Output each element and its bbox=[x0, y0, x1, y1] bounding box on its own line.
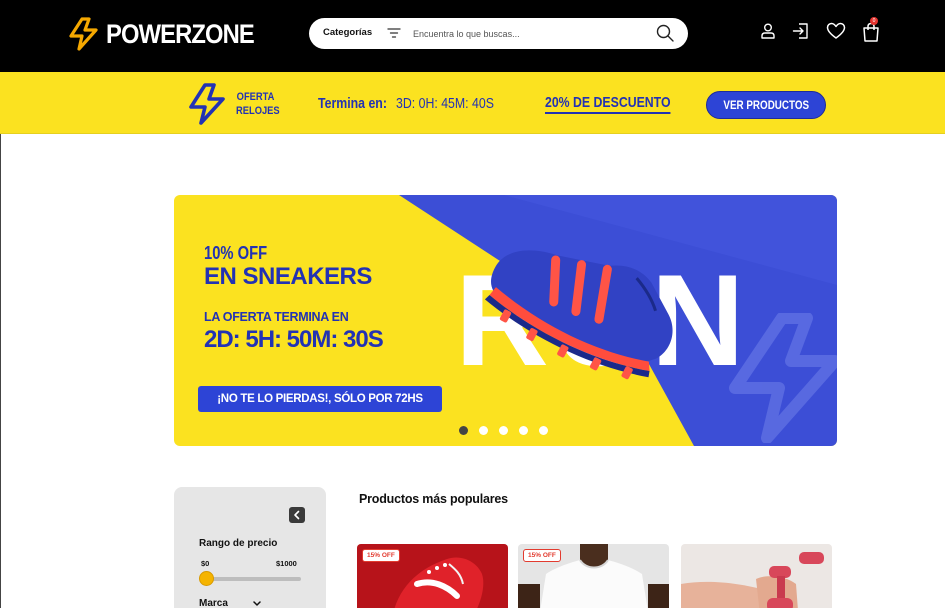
heart-icon bbox=[826, 22, 846, 39]
promo-offer-label: OFERTA RELOJES bbox=[236, 90, 280, 118]
search-icon bbox=[656, 24, 674, 42]
filter-icon[interactable] bbox=[387, 27, 401, 39]
hero-title: EN SNEAKERS bbox=[204, 263, 372, 290]
login-button[interactable] bbox=[791, 22, 811, 42]
hero-discount: 10% OFF bbox=[204, 243, 268, 263]
logo[interactable]: POWERZONE bbox=[68, 17, 274, 51]
carousel-dot-3[interactable] bbox=[499, 426, 508, 435]
cart-count-badge: 0 bbox=[870, 17, 878, 25]
top-navbar: POWERZONE Categorías Encuentra lo que bu… bbox=[0, 0, 945, 72]
promo-offer-line2: RELOJES bbox=[236, 105, 280, 117]
view-products-button[interactable]: VER PRODUCTOS bbox=[706, 91, 826, 119]
login-icon bbox=[792, 23, 808, 39]
product-card[interactable]: 15% OFF bbox=[518, 544, 669, 608]
search-input[interactable] bbox=[413, 23, 653, 44]
bolt-icon bbox=[69, 17, 98, 51]
filter-panel: Rango de precio $0 $1000 Marca bbox=[174, 487, 326, 608]
hero-carousel[interactable]: RUN 10% OFF EN SNEAKERS LA OFERTA TERMIN… bbox=[174, 195, 837, 446]
discount-badge: 15% OFF bbox=[523, 549, 561, 562]
carousel-dot-2[interactable] bbox=[479, 426, 488, 435]
chevron-down-icon[interactable] bbox=[252, 600, 262, 608]
product-card[interactable]: 15% OFF bbox=[357, 544, 508, 608]
promo-offer-line1: OFERTA bbox=[236, 91, 275, 103]
promo-countdown: 3D: 0H: 45M: 40S bbox=[396, 96, 494, 112]
search-button[interactable] bbox=[655, 24, 675, 44]
hero-countdown: 2D: 5H: 50M: 30S bbox=[204, 326, 384, 353]
carousel-dot-4[interactable] bbox=[519, 426, 528, 435]
page-border bbox=[0, 134, 1, 608]
discount-badge: 15% OFF bbox=[362, 549, 400, 562]
categories-dropdown[interactable]: Categorías bbox=[323, 27, 372, 38]
wishlist-button[interactable] bbox=[826, 22, 846, 42]
hero-cta-button[interactable]: ¡NO TE LO PIERDAS!, SÓLO POR 72HS bbox=[198, 386, 442, 412]
search-bar: Categorías bbox=[309, 18, 688, 49]
red-dumbbell-image bbox=[681, 544, 832, 608]
hero-ends-label: LA OFERTA TERMINA EN bbox=[204, 310, 349, 324]
price-slider-handle[interactable] bbox=[199, 571, 214, 586]
price-slider-track[interactable] bbox=[201, 577, 301, 581]
carousel-dot-5[interactable] bbox=[539, 426, 548, 435]
logo-text: POWERZONE bbox=[106, 18, 255, 49]
price-min: $0 bbox=[201, 559, 210, 568]
user-icon bbox=[761, 23, 775, 39]
brand-filter-label[interactable]: Marca bbox=[199, 598, 228, 608]
promo-ends-label: Termina en: bbox=[318, 96, 387, 112]
promo-discount-link[interactable]: 20% DE DESCUENTO bbox=[545, 94, 671, 114]
product-card[interactable] bbox=[681, 544, 832, 608]
sneaker-image bbox=[484, 250, 673, 380]
view-products-label: VER PRODUCTOS bbox=[723, 98, 809, 112]
bolt-icon bbox=[189, 83, 225, 125]
carousel-dots bbox=[459, 426, 548, 435]
carousel-dot-1[interactable] bbox=[459, 426, 468, 435]
promo-bar: OFERTA RELOJES Termina en: 3D: 0H: 45M: … bbox=[0, 72, 945, 134]
cart-icon bbox=[863, 22, 879, 42]
price-range-title: Rango de precio bbox=[199, 538, 278, 549]
cart-button[interactable] bbox=[861, 22, 881, 42]
bolt-icon bbox=[729, 313, 837, 443]
account-button[interactable] bbox=[758, 22, 778, 42]
popular-products-title: Productos más populares bbox=[359, 492, 508, 506]
price-max: $1000 bbox=[276, 559, 297, 568]
chevron-left-icon bbox=[294, 510, 300, 520]
collapse-filters-button[interactable] bbox=[289, 507, 305, 523]
